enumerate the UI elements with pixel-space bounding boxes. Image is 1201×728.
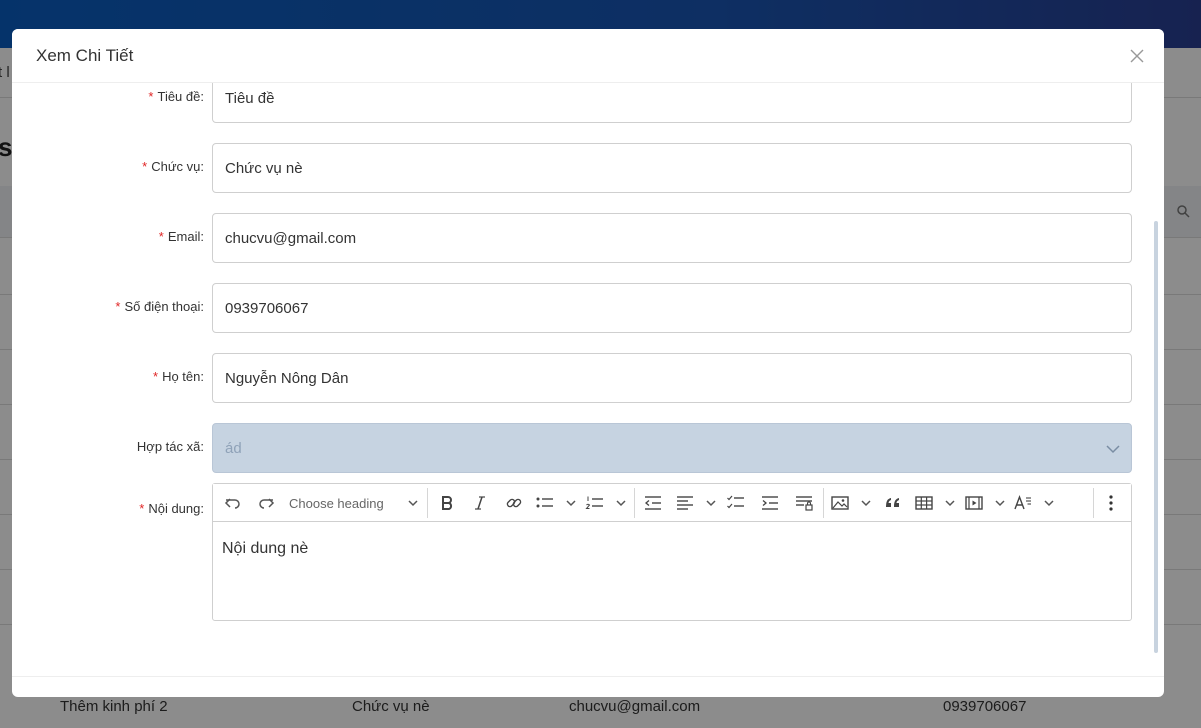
form-row-cooperative: Hợp tác xã: ád xyxy=(12,423,1164,473)
bold-icon xyxy=(442,496,453,510)
italic-icon xyxy=(475,496,485,510)
title-input[interactable] xyxy=(212,83,1132,123)
editor-content[interactable]: Nội dung nè xyxy=(222,540,308,558)
outdent-button[interactable] xyxy=(640,490,666,516)
chevron-down-icon xyxy=(408,500,418,507)
email-label: * Email: xyxy=(158,229,204,244)
insert-image-button[interactable] xyxy=(830,490,872,516)
fullname-input[interactable] xyxy=(212,353,1132,403)
indent-icon xyxy=(762,496,778,510)
form-row-phone: * Số điện thoại: xyxy=(12,283,1164,333)
bold-button[interactable] xyxy=(434,490,460,516)
align-left-icon xyxy=(677,496,693,510)
chevron-down-icon xyxy=(566,500,576,507)
toolbar-divider xyxy=(634,488,635,518)
text-style-icon xyxy=(1014,495,1031,510)
redo-icon xyxy=(259,498,275,509)
bulleted-list-icon xyxy=(536,497,553,508)
heading-dropdown-label: Choose heading xyxy=(289,495,384,511)
position-label: * Chức vụ: xyxy=(142,159,204,174)
phone-input[interactable] xyxy=(212,283,1132,333)
numbered-list-button[interactable] xyxy=(585,490,627,516)
italic-button[interactable] xyxy=(467,490,493,516)
chevron-down-icon xyxy=(1044,500,1054,507)
modal-footer xyxy=(12,676,1164,697)
position-input[interactable] xyxy=(212,143,1132,193)
toolbar-divider xyxy=(823,488,824,518)
form-row-fullname: * Họ tên: xyxy=(12,353,1164,403)
media-icon xyxy=(965,496,983,510)
cooperative-label: Hợp tác xã: xyxy=(136,439,204,454)
phone-label: * Số điện thoại: xyxy=(115,299,204,314)
image-icon xyxy=(831,496,849,510)
modal-body: *Tiêu đề: *Chức vụ: *Email: *Số điện tho… xyxy=(12,83,1164,676)
close-icon xyxy=(1130,49,1144,63)
alignment-button[interactable] xyxy=(675,490,717,516)
form-row-content: * Nội dung: Choose heading Nội dung nè xyxy=(12,483,1164,621)
table-icon xyxy=(915,496,933,510)
redo-button[interactable] xyxy=(252,490,280,516)
modal-title: Xem Chi Tiết xyxy=(36,46,134,65)
more-options-button[interactable] xyxy=(1099,490,1123,516)
title-label: * Tiêu đề: xyxy=(148,89,204,104)
link-icon xyxy=(506,498,522,508)
chevron-down-icon xyxy=(861,500,871,507)
close-button[interactable] xyxy=(1126,45,1148,67)
restricted-editing-button[interactable] xyxy=(791,490,817,516)
cooperative-select-value: ád xyxy=(225,440,242,457)
cooperative-select: ád xyxy=(212,423,1132,473)
undo-button[interactable] xyxy=(219,490,247,516)
restricted-editing-icon xyxy=(796,496,813,511)
bulleted-list-button[interactable] xyxy=(535,490,577,516)
toolbar-divider xyxy=(427,488,428,518)
chevron-down-icon xyxy=(616,500,626,507)
modal-header: Xem Chi Tiết xyxy=(12,29,1164,83)
todo-list-icon xyxy=(727,495,744,509)
numbered-list-icon xyxy=(585,496,603,509)
form-row-title: * Tiêu đề: xyxy=(12,83,1164,123)
outdent-icon xyxy=(644,496,661,510)
content-label: * Nội dung: xyxy=(139,501,204,516)
insert-table-button[interactable] xyxy=(914,490,956,516)
insert-media-button[interactable] xyxy=(964,490,1006,516)
more-vertical-icon xyxy=(1109,495,1113,511)
link-button[interactable] xyxy=(501,490,527,516)
chevron-down-icon xyxy=(1106,445,1120,454)
rich-text-editor: Choose heading Nội dung nè xyxy=(212,483,1132,621)
indent-button[interactable] xyxy=(757,490,783,516)
modal-scrollbar[interactable] xyxy=(1154,221,1158,653)
chevron-down-icon xyxy=(945,500,955,507)
form-row-email: * Email: xyxy=(12,213,1164,263)
form-row-position: * Chức vụ: xyxy=(12,143,1164,193)
detail-modal: Xem Chi Tiết *Tiêu đề: *Chức vụ: *Email:… xyxy=(12,29,1164,697)
editor-toolbar: Choose heading xyxy=(213,484,1131,522)
heading-dropdown[interactable]: Choose heading xyxy=(289,490,419,516)
chevron-down-icon xyxy=(995,500,1005,507)
toolbar-divider xyxy=(1093,488,1094,518)
block-quote-button[interactable] xyxy=(880,490,906,516)
undo-icon xyxy=(224,498,240,509)
todo-list-button[interactable] xyxy=(723,490,749,516)
quote-icon xyxy=(886,498,899,507)
text-style-button[interactable] xyxy=(1013,490,1055,516)
fullname-label: * Họ tên: xyxy=(153,369,204,384)
email-field[interactable] xyxy=(212,213,1132,263)
chevron-down-icon xyxy=(706,500,716,507)
